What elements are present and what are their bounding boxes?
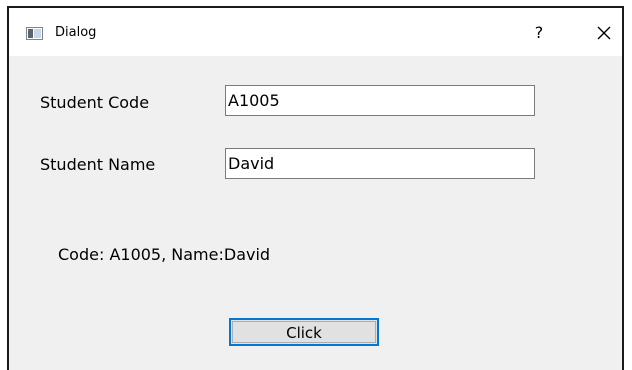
help-button[interactable]: ? <box>527 20 551 46</box>
student-name-label: Student Name <box>40 155 156 174</box>
student-code-input[interactable] <box>225 85 535 116</box>
close-icon <box>597 26 611 40</box>
click-button[interactable]: Click <box>229 318 379 346</box>
window-title: Dialog <box>55 25 97 40</box>
dialog-window: Dialog ? Student Code Student Name Code:… <box>7 6 624 370</box>
click-button-label: Click <box>232 321 376 343</box>
student-code-label: Student Code <box>40 93 150 112</box>
result-label: Code: A1005, Name:David <box>58 245 271 264</box>
title-bar[interactable]: Dialog ? <box>9 8 622 56</box>
student-name-input[interactable] <box>225 148 535 179</box>
close-button[interactable] <box>591 20 617 46</box>
window-icon <box>26 27 43 40</box>
